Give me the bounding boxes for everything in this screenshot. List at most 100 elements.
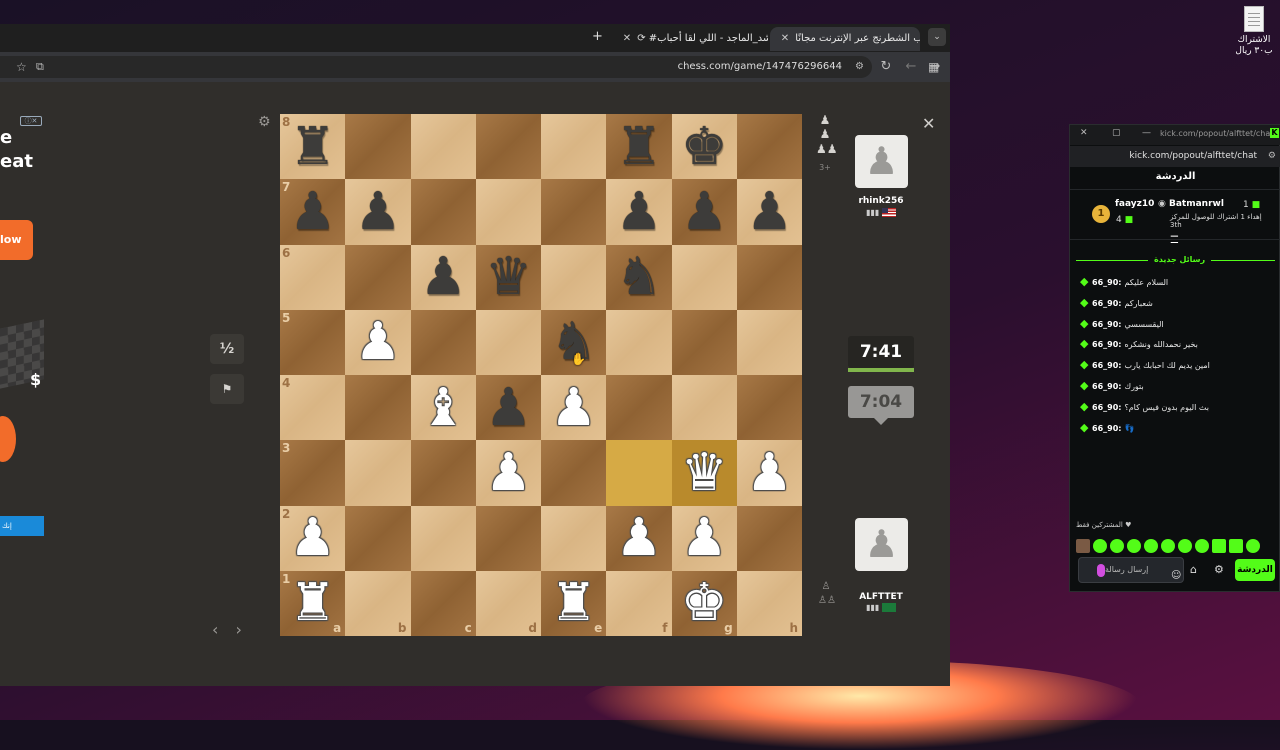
microphone-icon[interactable] [1097, 564, 1105, 577]
tab-search-button[interactable]: ⌄ [928, 28, 946, 46]
top-player-name[interactable]: rhink256 [840, 196, 922, 206]
square-f4[interactable] [606, 375, 672, 441]
emote-icon[interactable] [1161, 538, 1175, 553]
chat-message[interactable]: ◆ 66_90: اليقسسسي [1080, 317, 1270, 331]
window-maximize-icon[interactable]: ▢ [1112, 128, 1121, 138]
square-b7[interactable]: ♟ [345, 179, 411, 245]
black-knight-icon[interactable]: ♞ [606, 245, 671, 310]
emote-icon[interactable] [1076, 538, 1090, 553]
white-rook-icon[interactable]: ♜ [541, 571, 606, 636]
chat-message[interactable]: ◆ 66_90: امين يديم لك احبابك يارب [1080, 358, 1270, 372]
chat-message[interactable]: ◆ 66_90: بخير نحمدالله ونشكره [1080, 337, 1270, 351]
square-f2[interactable]: ♟ [606, 505, 672, 571]
ad-choices-icon[interactable]: ⓘ✕ [20, 116, 42, 126]
square-g6[interactable] [671, 244, 737, 310]
square-h6[interactable] [736, 244, 802, 310]
square-e1[interactable]: e ♜ [541, 570, 607, 636]
close-tab-icon[interactable]: ✕ [778, 27, 792, 51]
square-d1[interactable]: d [475, 570, 541, 636]
close-tab-icon[interactable]: ✕ [620, 27, 634, 51]
square-c4[interactable]: ♝ [410, 375, 476, 441]
black-pawn-icon[interactable]: ♟ [280, 179, 345, 244]
black-pawn-icon[interactable]: ♟ [606, 179, 671, 244]
square-e3[interactable] [541, 440, 607, 506]
window-minimize-icon[interactable]: — [1142, 128, 1151, 138]
tab-chess[interactable]: ✕ إلعب الشطرنج عبر الإنترنت مجانًا [770, 27, 920, 51]
white-rook-icon[interactable]: ♜ [280, 571, 345, 636]
chat-username[interactable]: 66_90: [1092, 340, 1121, 349]
emote-icon[interactable] [1093, 538, 1107, 553]
pinned-user-name[interactable]: ◉ Batmanrwl [1158, 199, 1224, 209]
chat-username[interactable]: 66_90: [1092, 278, 1121, 287]
square-h7[interactable]: ♟ [736, 179, 802, 245]
chat-username[interactable]: 66_90: [1092, 299, 1121, 308]
bottom-player-avatar[interactable]: ♟ [855, 518, 908, 571]
square-a6[interactable]: 6 [280, 244, 346, 310]
square-g1[interactable]: g ♚ [671, 570, 737, 636]
square-g2[interactable]: ♟ [671, 505, 737, 571]
close-panel-icon[interactable]: ✕ [922, 114, 935, 133]
chat-message[interactable]: ◆ 66_90: 👣 [1080, 421, 1270, 435]
ad-bottom-bar[interactable]: إنك [0, 516, 44, 536]
filter-icon[interactable]: ☰ [1170, 235, 1179, 246]
square-h1[interactable]: h [736, 570, 802, 636]
square-e6[interactable] [541, 244, 607, 310]
move-navigation-arrows[interactable]: ‹ › [212, 620, 248, 639]
window-close-icon[interactable]: ✕ [1080, 128, 1088, 138]
emote-icon[interactable] [1246, 538, 1260, 553]
square-a1[interactable]: 1 a ♜ [280, 570, 346, 636]
top-gifter-name[interactable]: faayz10 [1115, 199, 1154, 209]
square-f5[interactable] [606, 309, 672, 375]
square-f8[interactable]: ♜ [606, 114, 672, 180]
top-player-avatar[interactable]: ♟ [855, 135, 908, 188]
square-c7[interactable] [410, 179, 476, 245]
bottom-player-name[interactable]: ALFTTET [840, 592, 922, 602]
white-pawn-icon[interactable]: ♟ [280, 506, 345, 571]
square-c5[interactable] [410, 309, 476, 375]
square-c2[interactable] [410, 505, 476, 571]
emote-icon[interactable] [1110, 538, 1124, 553]
square-h4[interactable] [736, 375, 802, 441]
back-arrow-icon[interactable]: ← [901, 56, 921, 78]
square-d3[interactable]: ♟ [475, 440, 541, 506]
square-a8[interactable]: 8 ♜ [280, 114, 346, 180]
white-pawn-icon[interactable]: ♟ [672, 506, 737, 571]
square-b6[interactable] [345, 244, 411, 310]
chat-message[interactable]: ◆ 66_90: بث اليوم بدون فيس كام؟ [1080, 400, 1270, 414]
chat-username[interactable]: 66_90: [1092, 361, 1121, 370]
square-e2[interactable] [541, 505, 607, 571]
square-c8[interactable] [410, 114, 476, 180]
new-tab-button[interactable]: + [592, 30, 603, 44]
white-queen-icon[interactable]: ♛ [672, 440, 737, 505]
square-g8[interactable]: ♚ [671, 114, 737, 180]
square-b8[interactable] [345, 114, 411, 180]
square-b3[interactable] [345, 440, 411, 506]
square-g5[interactable] [671, 309, 737, 375]
send-chat-button[interactable]: الدردشة [1235, 559, 1275, 581]
chat-username[interactable]: 66_90: [1092, 320, 1121, 329]
tab-youtube[interactable]: ✕ ⟳ #راشد_الماجد - اللي لقا أحباب [612, 27, 768, 51]
black-pawn-icon[interactable]: ♟ [737, 179, 802, 244]
board-settings-gear-icon[interactable]: ⚙ [258, 114, 271, 130]
square-e8[interactable] [541, 114, 607, 180]
square-d2[interactable] [475, 505, 541, 571]
square-f7[interactable]: ♟ [606, 179, 672, 245]
square-b4[interactable] [345, 375, 411, 441]
square-a3[interactable]: 3 [280, 440, 346, 506]
chess-board[interactable]: 8 ♜ ♜ ♚ 7 ♟ ♟ ♟ ♟ ♟ 6 ♟ ♛ ♞ 5 ♟ ♞ 4 ♝ ♟ ♟ 3 ♟ ♛ ♟ 2 ♟ ♟ ♟ 1 a ♜ b c d e ♜ f g ♚… [280, 114, 802, 636]
open-in-app-icon[interactable]: ⧉ [36, 56, 44, 78]
white-king-icon[interactable]: ♚ [672, 571, 737, 636]
square-d7[interactable] [475, 179, 541, 245]
square-f3[interactable] [606, 440, 672, 506]
square-g3[interactable]: ♛ [671, 440, 737, 506]
square-d4[interactable]: ♟ [475, 375, 541, 441]
square-b2[interactable] [345, 505, 411, 571]
emote-icon[interactable] [1178, 538, 1192, 553]
black-king-icon[interactable]: ♚ [672, 114, 737, 179]
chat-message[interactable]: ◆ 66_90: شعباركم [1080, 296, 1270, 310]
omnibox[interactable]: ☆ ⧉ chess.com/game/147476296644 ⚙ [0, 56, 872, 78]
chat-message[interactable]: ◆ 66_90: بتورك [1080, 379, 1270, 393]
black-pawn-icon[interactable]: ♟ [672, 179, 737, 244]
square-c1[interactable]: c [410, 570, 476, 636]
square-b5[interactable]: ♟ [345, 309, 411, 375]
